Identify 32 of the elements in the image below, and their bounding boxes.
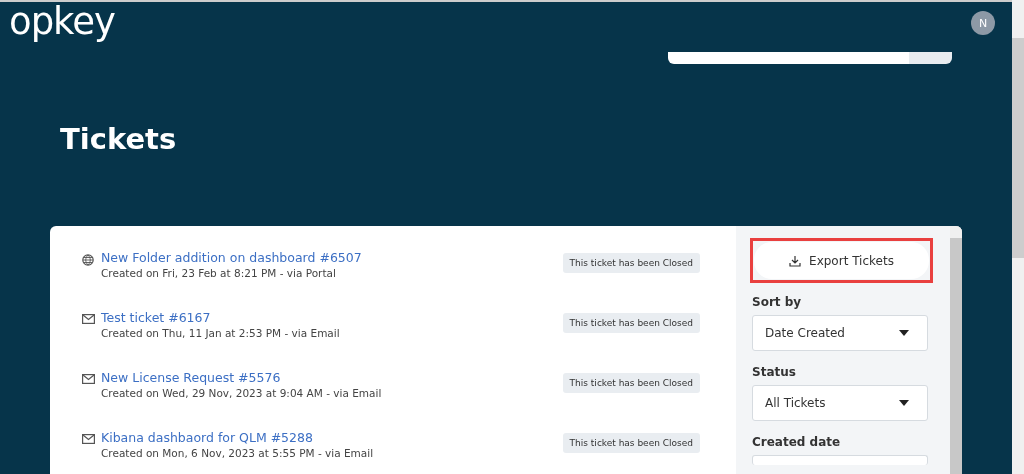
- envelope-icon: [82, 314, 95, 324]
- page-title: Tickets: [60, 122, 178, 158]
- page-scrollbar[interactable]: [1012, 0, 1024, 474]
- ticket-meta-text: Created on Wed, 29 Nov, 2023 at 9:04 AM - via Email: [101, 387, 383, 399]
- scrollbar[interactable]: [950, 226, 962, 474]
- logo[interactable]: opkey: [9, 2, 115, 52]
- ticket-meta-text: Created on Fri, 23 Feb at 8:21 PM - via Portal: [101, 267, 337, 279]
- filter-label: Sort by: [752, 295, 803, 309]
- ticket-status-badge: This ticket has been Closed: [562, 313, 700, 333]
- search-field[interactable]: [668, 52, 952, 64]
- filter-label: Status: [752, 365, 797, 379]
- ticket-meta-text: Created on Mon, 6 Nov, 2023 at 5:55 PM - via Email: [101, 447, 375, 459]
- envelope-icon: [82, 374, 95, 384]
- ticket-title-link[interactable]: New License Request #5576: [101, 370, 563, 385]
- export-tickets-button[interactable]: Export Tickets: [754, 242, 929, 279]
- ticket-status-badge: This ticket has been Closed: [562, 253, 700, 273]
- user-avatar[interactable]: N: [971, 11, 995, 35]
- filter-dropdown[interactable]: [752, 455, 928, 465]
- caret-down-icon: [899, 330, 909, 336]
- download-icon: [789, 254, 802, 267]
- ticket-title-link[interactable]: Test ticket #6167: [101, 310, 563, 325]
- filter-dropdown[interactable]: All Tickets: [752, 385, 928, 421]
- filter-label: Created date: [752, 435, 842, 449]
- envelope-icon: [82, 434, 95, 444]
- ticket-status-badge: This ticket has been Closed: [562, 433, 700, 453]
- ticket-title-link[interactable]: New Folder addition on dashboard #6507: [101, 250, 563, 265]
- ticket-meta-text: Created on Thu, 11 Jan at 2:53 PM - via Email: [101, 327, 341, 339]
- ticket-status-badge: This ticket has been Closed: [562, 373, 700, 393]
- caret-down-icon: [899, 400, 909, 406]
- filter-dropdown[interactable]: Date Created: [752, 315, 928, 351]
- globe-icon: [82, 254, 94, 266]
- ticket-title-link[interactable]: Kibana dashbaord for QLM #5288: [101, 430, 563, 445]
